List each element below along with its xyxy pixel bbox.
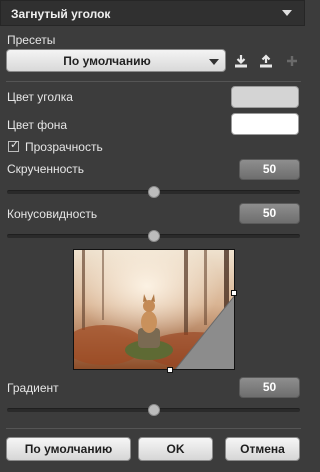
- taper-value-field[interactable]: 50: [239, 203, 300, 224]
- default-button[interactable]: По умолчанию: [6, 437, 131, 461]
- corner-bottom-handle[interactable]: [167, 367, 173, 373]
- page-curl-panel: Загнутый уголок Пресеты По умолчанию Цве…: [0, 0, 307, 472]
- transparency-label: Прозрачность: [25, 140, 103, 154]
- background-color-swatch[interactable]: [231, 113, 299, 135]
- checkmark-icon: ✓: [10, 139, 20, 151]
- transparency-checkbox[interactable]: ✓: [8, 139, 20, 152]
- preview-image: [73, 249, 235, 370]
- corner-color-label: Цвет уголка: [7, 90, 73, 104]
- corner-top-handle[interactable]: [231, 290, 237, 296]
- curl-label: Скрученность: [7, 162, 85, 176]
- gradient-slider-thumb[interactable]: [147, 404, 160, 416]
- divider: [6, 428, 301, 429]
- presets-label: Пресеты: [7, 33, 56, 47]
- panel-title: Загнутый уголок: [11, 7, 111, 21]
- presets-selected-value: По умолчанию: [63, 54, 151, 68]
- gradient-label: Градиент: [7, 381, 59, 395]
- gradient-value-field[interactable]: 50: [239, 377, 300, 398]
- curl-slider-thumb[interactable]: [147, 186, 160, 198]
- background-color-label: Цвет фона: [7, 118, 68, 132]
- taper-slider-thumb[interactable]: [147, 230, 160, 242]
- divider: [6, 81, 301, 82]
- add-preset-icon[interactable]: [284, 53, 300, 69]
- upload-preset-icon[interactable]: [258, 53, 274, 69]
- taper-label: Конусовидность: [7, 207, 98, 221]
- save-preset-icon[interactable]: [233, 53, 249, 69]
- forest-dog-photo: [74, 250, 234, 369]
- presets-dropdown[interactable]: По умолчанию: [6, 49, 226, 72]
- panel-header[interactable]: Загнутый уголок: [0, 0, 305, 26]
- curl-value-field[interactable]: 50: [239, 159, 300, 180]
- dropdown-arrow-icon: [209, 59, 219, 65]
- cancel-button[interactable]: Отмена: [225, 437, 300, 461]
- corner-color-swatch[interactable]: [231, 86, 299, 108]
- collapse-chevron-icon[interactable]: [282, 10, 292, 16]
- ok-button[interactable]: OK: [138, 437, 213, 461]
